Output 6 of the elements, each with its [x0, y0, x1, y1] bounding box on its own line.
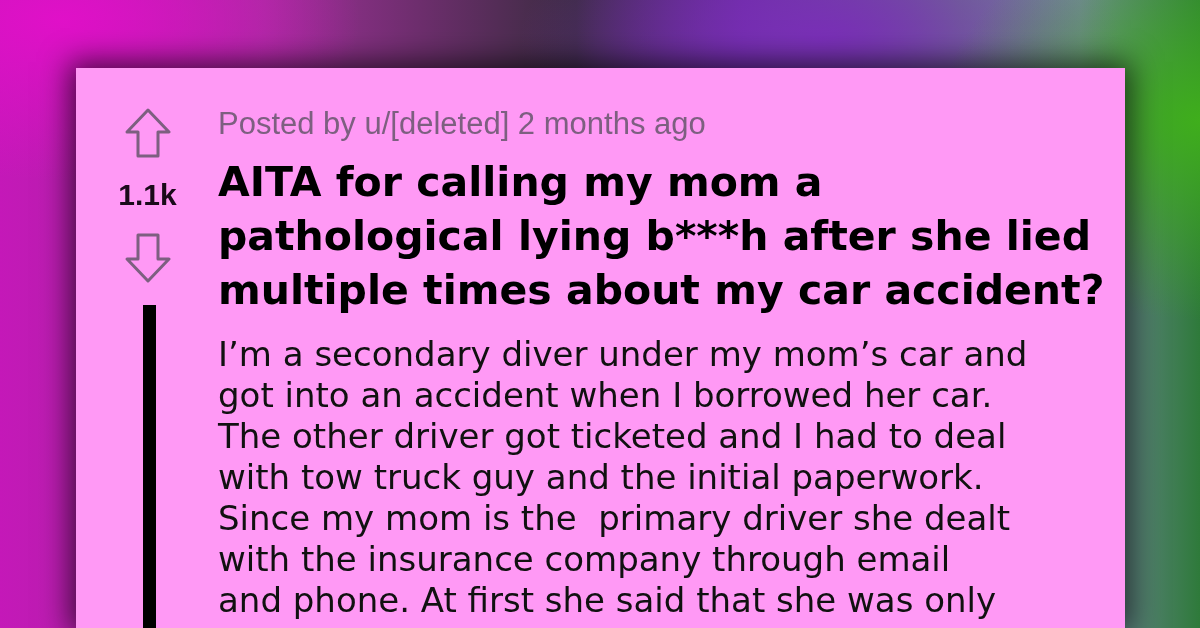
post-title: AITA for calling my mom a pathological lying b***h after she lied multiple times about my car accident? [218, 157, 1106, 316]
upvote-arrow-icon[interactable] [124, 108, 171, 158]
downvote-arrow-icon[interactable] [124, 233, 171, 283]
post-body: I’m a secondary diver under my mom’s car and got into an accident when I borrowed her car. The other driver got ticketed and I had to deal with tow truck guy and the initial paperwork. Since my mom is the primary driver she dealt with the insurance company through email and phone. At first she said that she was only [218, 334, 1029, 621]
post-meta: Posted by u/[deleted] 2 months ago [218, 108, 707, 140]
vote-count: 1.1k [118, 179, 177, 211]
